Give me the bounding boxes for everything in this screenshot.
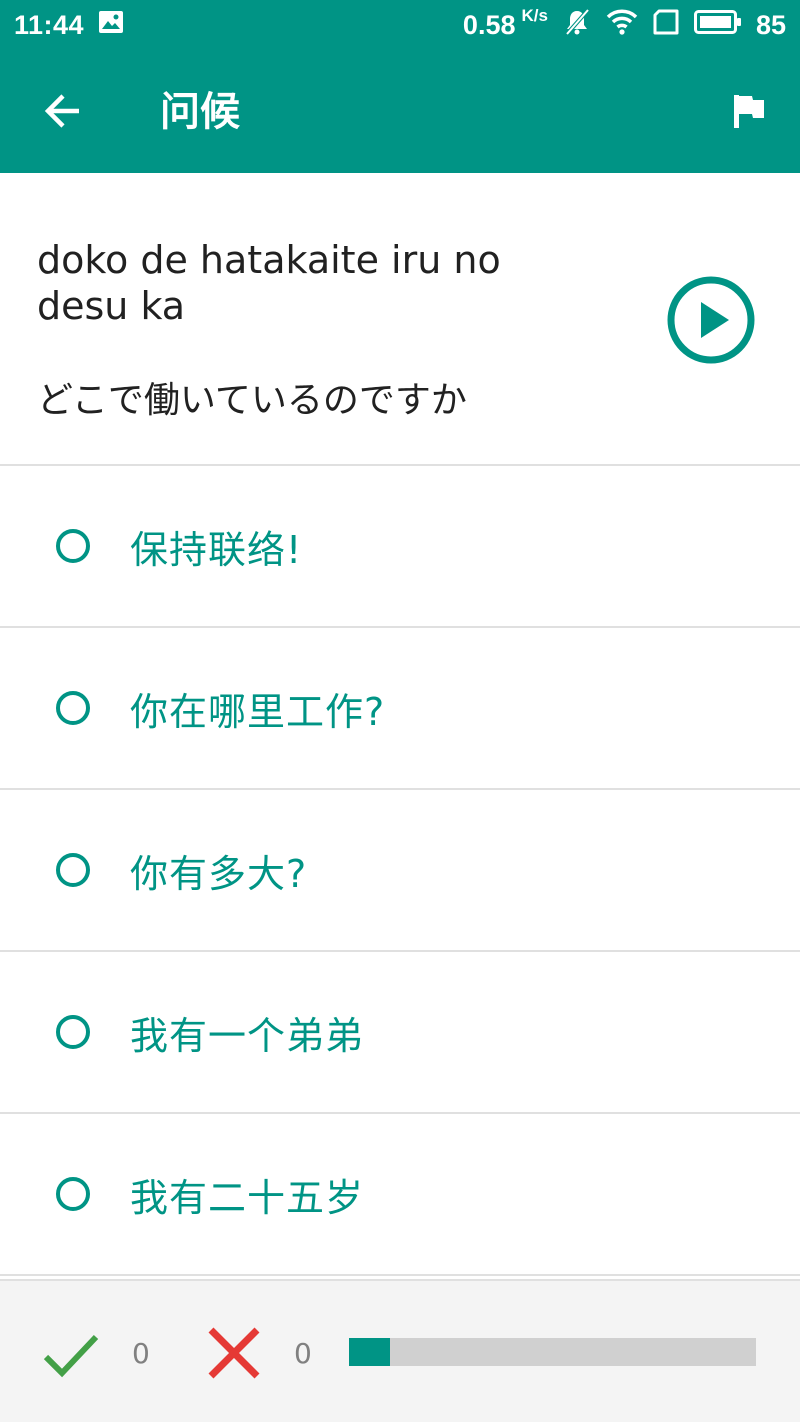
- radio-icon: [56, 853, 90, 887]
- question-romaji: doko de hatakaite iru no desu ka: [37, 238, 501, 328]
- report-flag-button[interactable]: [726, 90, 772, 136]
- correct-count: 0: [132, 1337, 150, 1370]
- answer-option-2[interactable]: 你在哪里工作?: [0, 628, 800, 790]
- answer-options: 保持联络! 你在哪里工作? 你有多大? 我有一个弟弟 我有二十五岁: [0, 466, 800, 1276]
- play-audio-button[interactable]: [666, 275, 756, 365]
- image-icon: [98, 10, 124, 41]
- answer-option-label: 你在哪里工作?: [130, 689, 386, 734]
- question-card: doko de hatakaite iru no desu ka どこで働いてい…: [0, 173, 800, 466]
- network-speed: 0.58 K/s: [462, 6, 548, 41]
- answer-option-5[interactable]: 我有二十五岁: [0, 1114, 800, 1276]
- answer-option-label: 你有多大?: [130, 851, 308, 896]
- arrow-left-icon: [43, 91, 83, 135]
- status-bar: 11:44 0.58 K/s 85: [0, 0, 800, 50]
- radio-icon: [56, 1177, 90, 1211]
- play-circle-icon: [666, 276, 756, 369]
- page-title: 问候: [160, 89, 240, 135]
- score-footer: 0 0: [0, 1279, 800, 1422]
- battery-level: 85: [755, 9, 786, 40]
- radio-icon: [56, 691, 90, 725]
- wrong-count: 0: [294, 1337, 312, 1370]
- answer-option-label: 我有一个弟弟: [130, 1013, 365, 1058]
- flag-icon: [730, 92, 768, 134]
- radio-icon: [56, 529, 90, 563]
- progress-bar-fill: [349, 1338, 390, 1366]
- progress-bar: [349, 1338, 756, 1366]
- answer-option-label: 我有二十五岁: [130, 1175, 365, 1220]
- wifi-icon: [606, 8, 638, 43]
- back-button[interactable]: [40, 90, 86, 136]
- status-time: 11:44: [14, 9, 85, 40]
- network-speed-value: 0.58: [462, 9, 516, 40]
- app-bar: 问候: [0, 50, 800, 173]
- radio-icon: [56, 1015, 90, 1049]
- checkmark-icon: [42, 1327, 100, 1385]
- network-speed-unit: K/s: [521, 5, 548, 25]
- answer-option-1[interactable]: 保持联络!: [0, 466, 800, 628]
- answer-option-label: 保持联络!: [130, 527, 303, 572]
- answer-option-3[interactable]: 你有多大?: [0, 790, 800, 952]
- question-japanese: どこで働いているのですか: [37, 380, 467, 421]
- battery-icon: [693, 9, 742, 41]
- mute-icon: [562, 7, 592, 44]
- cross-icon: [206, 1325, 262, 1381]
- answer-option-4[interactable]: 我有一个弟弟: [0, 952, 800, 1114]
- sim-icon: [652, 9, 680, 42]
